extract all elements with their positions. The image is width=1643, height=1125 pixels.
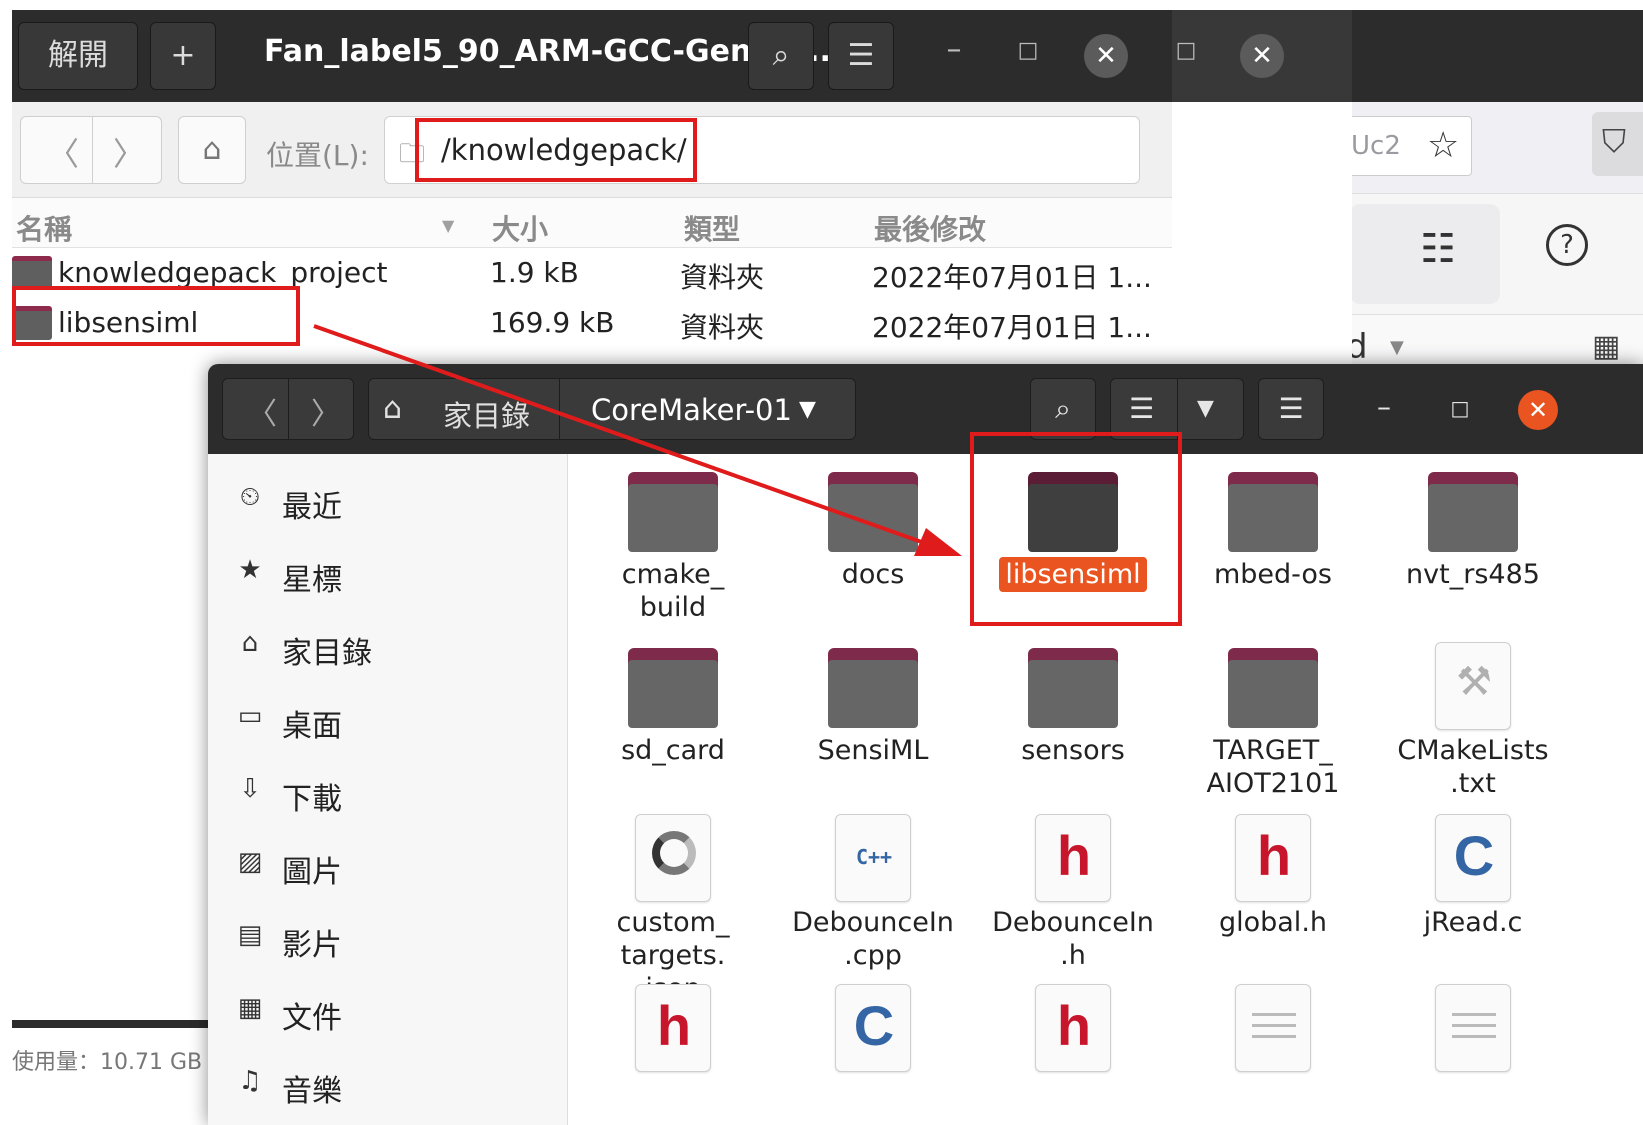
- annotation-arrow: [313, 324, 962, 556]
- desktop: Uc2 ☆ ⛉ ☷ ? d ▼ ▦ 解開 + Fan_label5_90_ARM…: [0, 0, 1643, 1125]
